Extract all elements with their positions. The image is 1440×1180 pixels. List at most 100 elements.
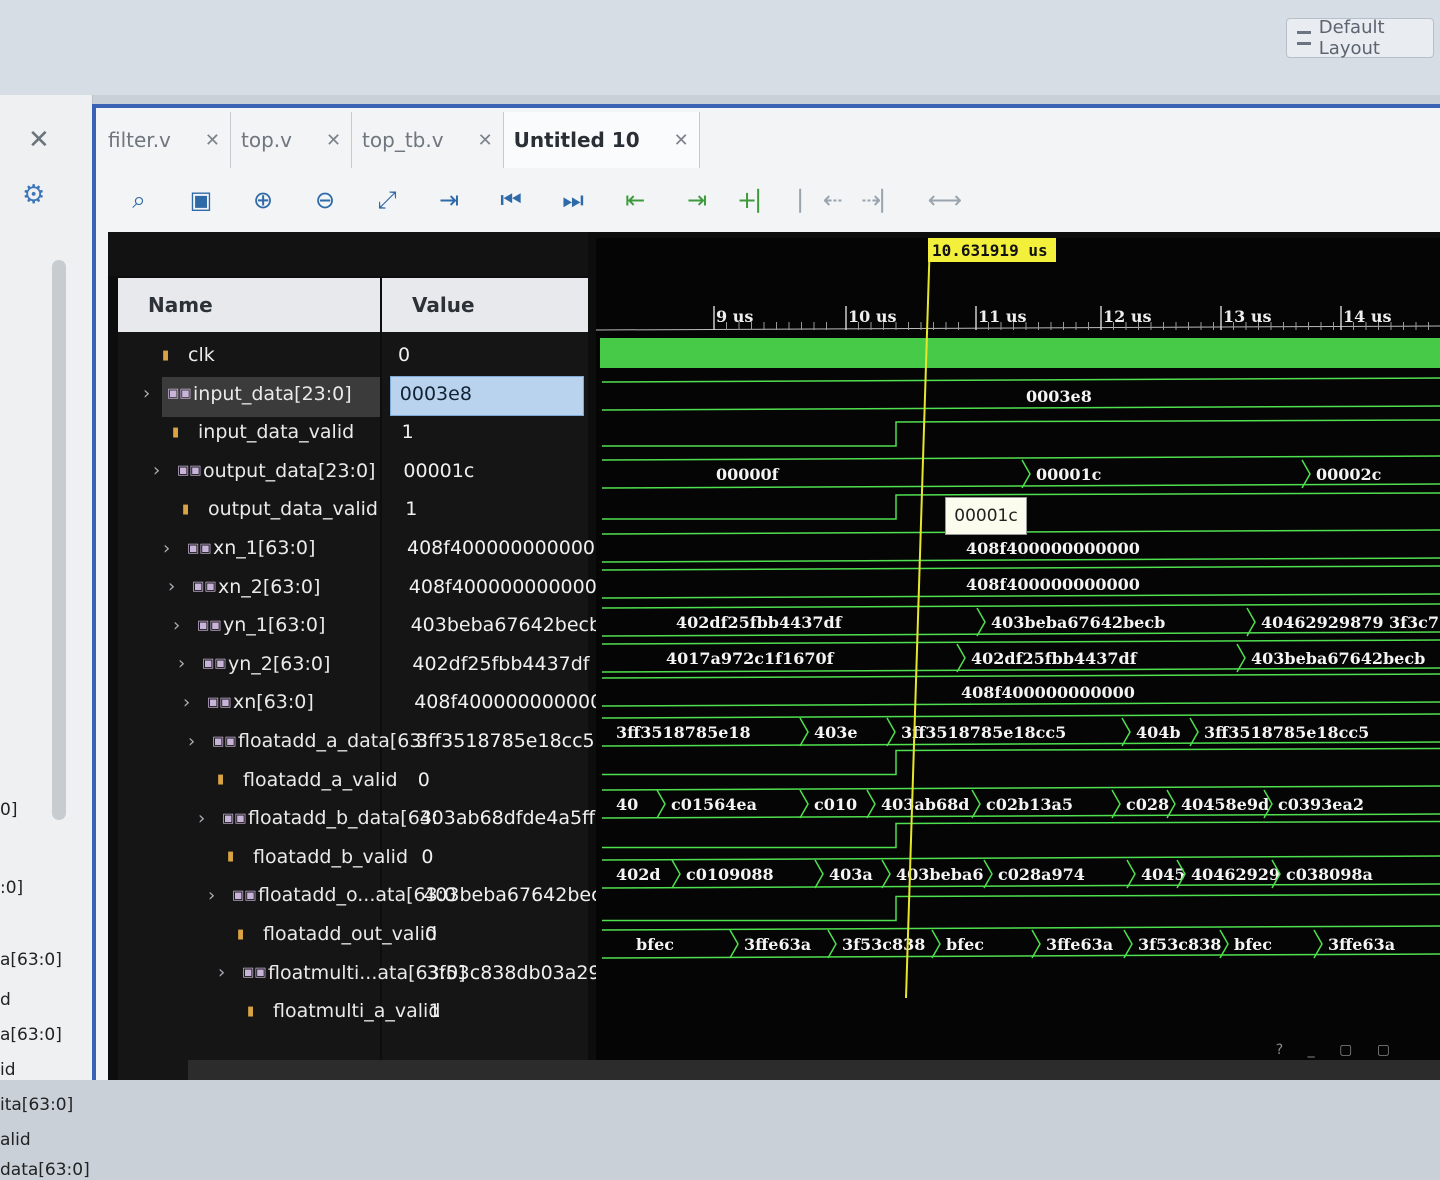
signal-row[interactable]: › ▣▣ input_data[23:0] [143, 374, 352, 414]
signal-row[interactable]: › ▣▣ xn_1[63:0] [163, 528, 315, 568]
name-column-header[interactable]: Name [118, 278, 380, 332]
expand-chevron-icon[interactable]: › [143, 383, 167, 404]
timeline-tick-label: 13 us [1223, 307, 1271, 326]
left-panel-item[interactable]: a[63:0] [0, 1025, 62, 1045]
value-tooltip: 00001c [945, 497, 1027, 535]
tab-3[interactable]: Untitled 10 ✕ [503, 112, 700, 168]
tab-0[interactable]: filter.v ✕ [98, 112, 231, 168]
signal-row[interactable]: › ▣▣ floatadd_b_data[63: [198, 798, 438, 838]
signal-value: 3ff3518785e18cc5 [416, 730, 595, 752]
next-marker-icon[interactable]: ⇢⎸ [852, 175, 914, 225]
signal-value: 3f53c838db03a294 [426, 961, 613, 984]
signal-row[interactable]: › ▣▣ yn_2[63:0] [178, 644, 330, 684]
bus-transition [956, 643, 966, 673]
signal-row[interactable]: ▮ floatmulti_a_valid [223, 991, 440, 1031]
horizontal-scrollbar[interactable] [188, 1060, 1440, 1080]
close-icon[interactable]: ✕ [28, 125, 50, 155]
bus-value-label: c028 [1126, 795, 1169, 814]
go-to-cursor-icon[interactable]: ⇥ [418, 175, 480, 225]
name-header-label: Name [148, 293, 213, 317]
previous-marker-icon[interactable]: ⎸⇠ [790, 175, 852, 225]
tab-close-icon[interactable]: ✕ [205, 130, 220, 151]
tab-close-icon[interactable]: ✕ [674, 130, 689, 151]
left-panel-item[interactable]: :0] [0, 878, 23, 898]
expand-chevron-icon[interactable]: › [183, 692, 207, 713]
expand-chevron-icon[interactable]: › [178, 653, 202, 674]
signal-row[interactable]: ▮ floatadd_out_valid [213, 914, 437, 954]
go-to-start-icon[interactable]: ⏮ [480, 175, 542, 225]
window-controls[interactable]: ? _ ▢ ▢ [1276, 1042, 1400, 1058]
zoom-fit-icon[interactable]: ⤢ [356, 175, 418, 225]
expand-chevron-icon[interactable]: › [198, 808, 222, 829]
expand-chevron-icon[interactable]: › [163, 538, 187, 559]
go-to-end-icon[interactable]: ⏭ [542, 175, 604, 225]
signal-row[interactable]: ▮ clk [138, 335, 215, 375]
signal-row[interactable]: › ▣▣ output_data[23:0] [153, 451, 375, 491]
default-layout-button[interactable]: Default Layout [1286, 17, 1434, 59]
signal-row[interactable]: ▮ floatadd_b_valid [203, 837, 408, 877]
signal-row[interactable]: ▮ output_data_valid [158, 489, 378, 529]
signal-row[interactable]: › ▣▣ xn_2[63:0] [168, 567, 320, 607]
bus-value-label: 3f53c838 [842, 935, 925, 954]
bus-value-label: 408f400000000000 [966, 575, 1140, 594]
gear-icon[interactable]: ⚙ [22, 180, 45, 210]
bus-signal-icon: ▣▣ [212, 733, 237, 749]
expand-chevron-icon[interactable]: › [173, 615, 197, 636]
save-icon[interactable]: ▣ [170, 175, 232, 225]
signal-name: floatadd_a_data[63: [238, 730, 428, 752]
bit-signal-icon: ▮ [172, 424, 180, 440]
left-panel-item[interactable]: ita[63:0] [0, 1095, 73, 1115]
signal-row[interactable]: ▮ floatadd_a_valid [193, 760, 398, 800]
bus-transition [866, 789, 876, 819]
left-panel-item[interactable]: a[63:0] [0, 950, 62, 970]
left-panel-item[interactable]: alid [0, 1130, 31, 1150]
bus-transition [1189, 717, 1199, 747]
bus-value-label: 408f400000000000 [966, 539, 1140, 558]
tab-1[interactable]: top.v ✕ [231, 112, 353, 168]
waveform-canvas[interactable]: 9 us 10 us 11 us 12 us 13 us 14 us 0003e8 00000… [596, 238, 1440, 1080]
zoom-in-icon[interactable]: ⊕ [232, 175, 294, 225]
left-panel-item[interactable]: d [0, 990, 11, 1010]
zoom-out-icon[interactable]: ⊖ [294, 175, 356, 225]
bus-signal-icon: ▣▣ [202, 656, 227, 672]
left-panel-item[interactable]: data[63:0] [0, 1160, 90, 1180]
expand-chevron-icon[interactable]: › [208, 885, 232, 906]
tab-close-icon[interactable]: ✕ [478, 130, 493, 151]
previous-transition-icon[interactable]: ⇤ [604, 175, 666, 225]
bus-value-label: 00000f [716, 465, 780, 484]
search-icon[interactable]: ⌕ [108, 175, 170, 225]
signal-name: yn_2[63:0] [228, 652, 331, 675]
tab-close-icon[interactable]: ✕ [326, 130, 341, 151]
signal-row[interactable]: ▮ input_data_valid [148, 412, 354, 452]
signal-name: floatadd_a_valid [243, 768, 398, 791]
signal-name: xn[63:0] [233, 691, 314, 714]
expand-chevron-icon[interactable]: › [168, 576, 192, 597]
swap-cursors-icon[interactable]: ⟷ [914, 175, 976, 225]
add-marker-icon[interactable]: +⎸ [728, 175, 790, 225]
left-panel-item[interactable]: 0] [0, 800, 17, 820]
bus-waveform-bottom [601, 631, 1440, 637]
tab-2[interactable]: top_tb.v ✕ [352, 112, 504, 168]
bus-waveform-bottom [601, 701, 1440, 707]
bus-value-label: 403e [814, 723, 858, 742]
expand-chevron-icon[interactable]: › [218, 962, 242, 983]
value-column-header[interactable]: Value [382, 278, 588, 332]
next-transition-icon[interactable]: ⇥ [666, 175, 728, 225]
scrollbar[interactable] [52, 260, 66, 820]
bus-value-label: c0109088 [686, 865, 774, 884]
bus-value-label: 402df25fbb4437df [971, 649, 1138, 668]
bus-transition [814, 859, 824, 889]
bit-signal-icon: ▮ [247, 1003, 255, 1019]
signal-row[interactable]: › ▣▣ floatadd_o...ata[63:0 [208, 875, 456, 915]
signal-row[interactable]: › ▣▣ floatadd_a_data[63: [188, 721, 428, 761]
bus-value-label: 0003e8 [1026, 387, 1092, 406]
signal-name: xn_1[63:0] [213, 537, 316, 559]
bus-signal-icon: ▣▣ [242, 965, 267, 981]
expand-chevron-icon[interactable]: › [188, 731, 212, 752]
expand-chevron-icon[interactable]: › [153, 460, 177, 481]
left-panel-item[interactable]: id [0, 1060, 16, 1080]
signal-row[interactable]: › ▣▣ xn[63:0] [183, 682, 314, 722]
signal-value: 0 [398, 344, 411, 366]
signal-name: input_data[23:0] [193, 382, 352, 405]
signal-row[interactable]: › ▣▣ yn_1[63:0] [173, 605, 325, 645]
